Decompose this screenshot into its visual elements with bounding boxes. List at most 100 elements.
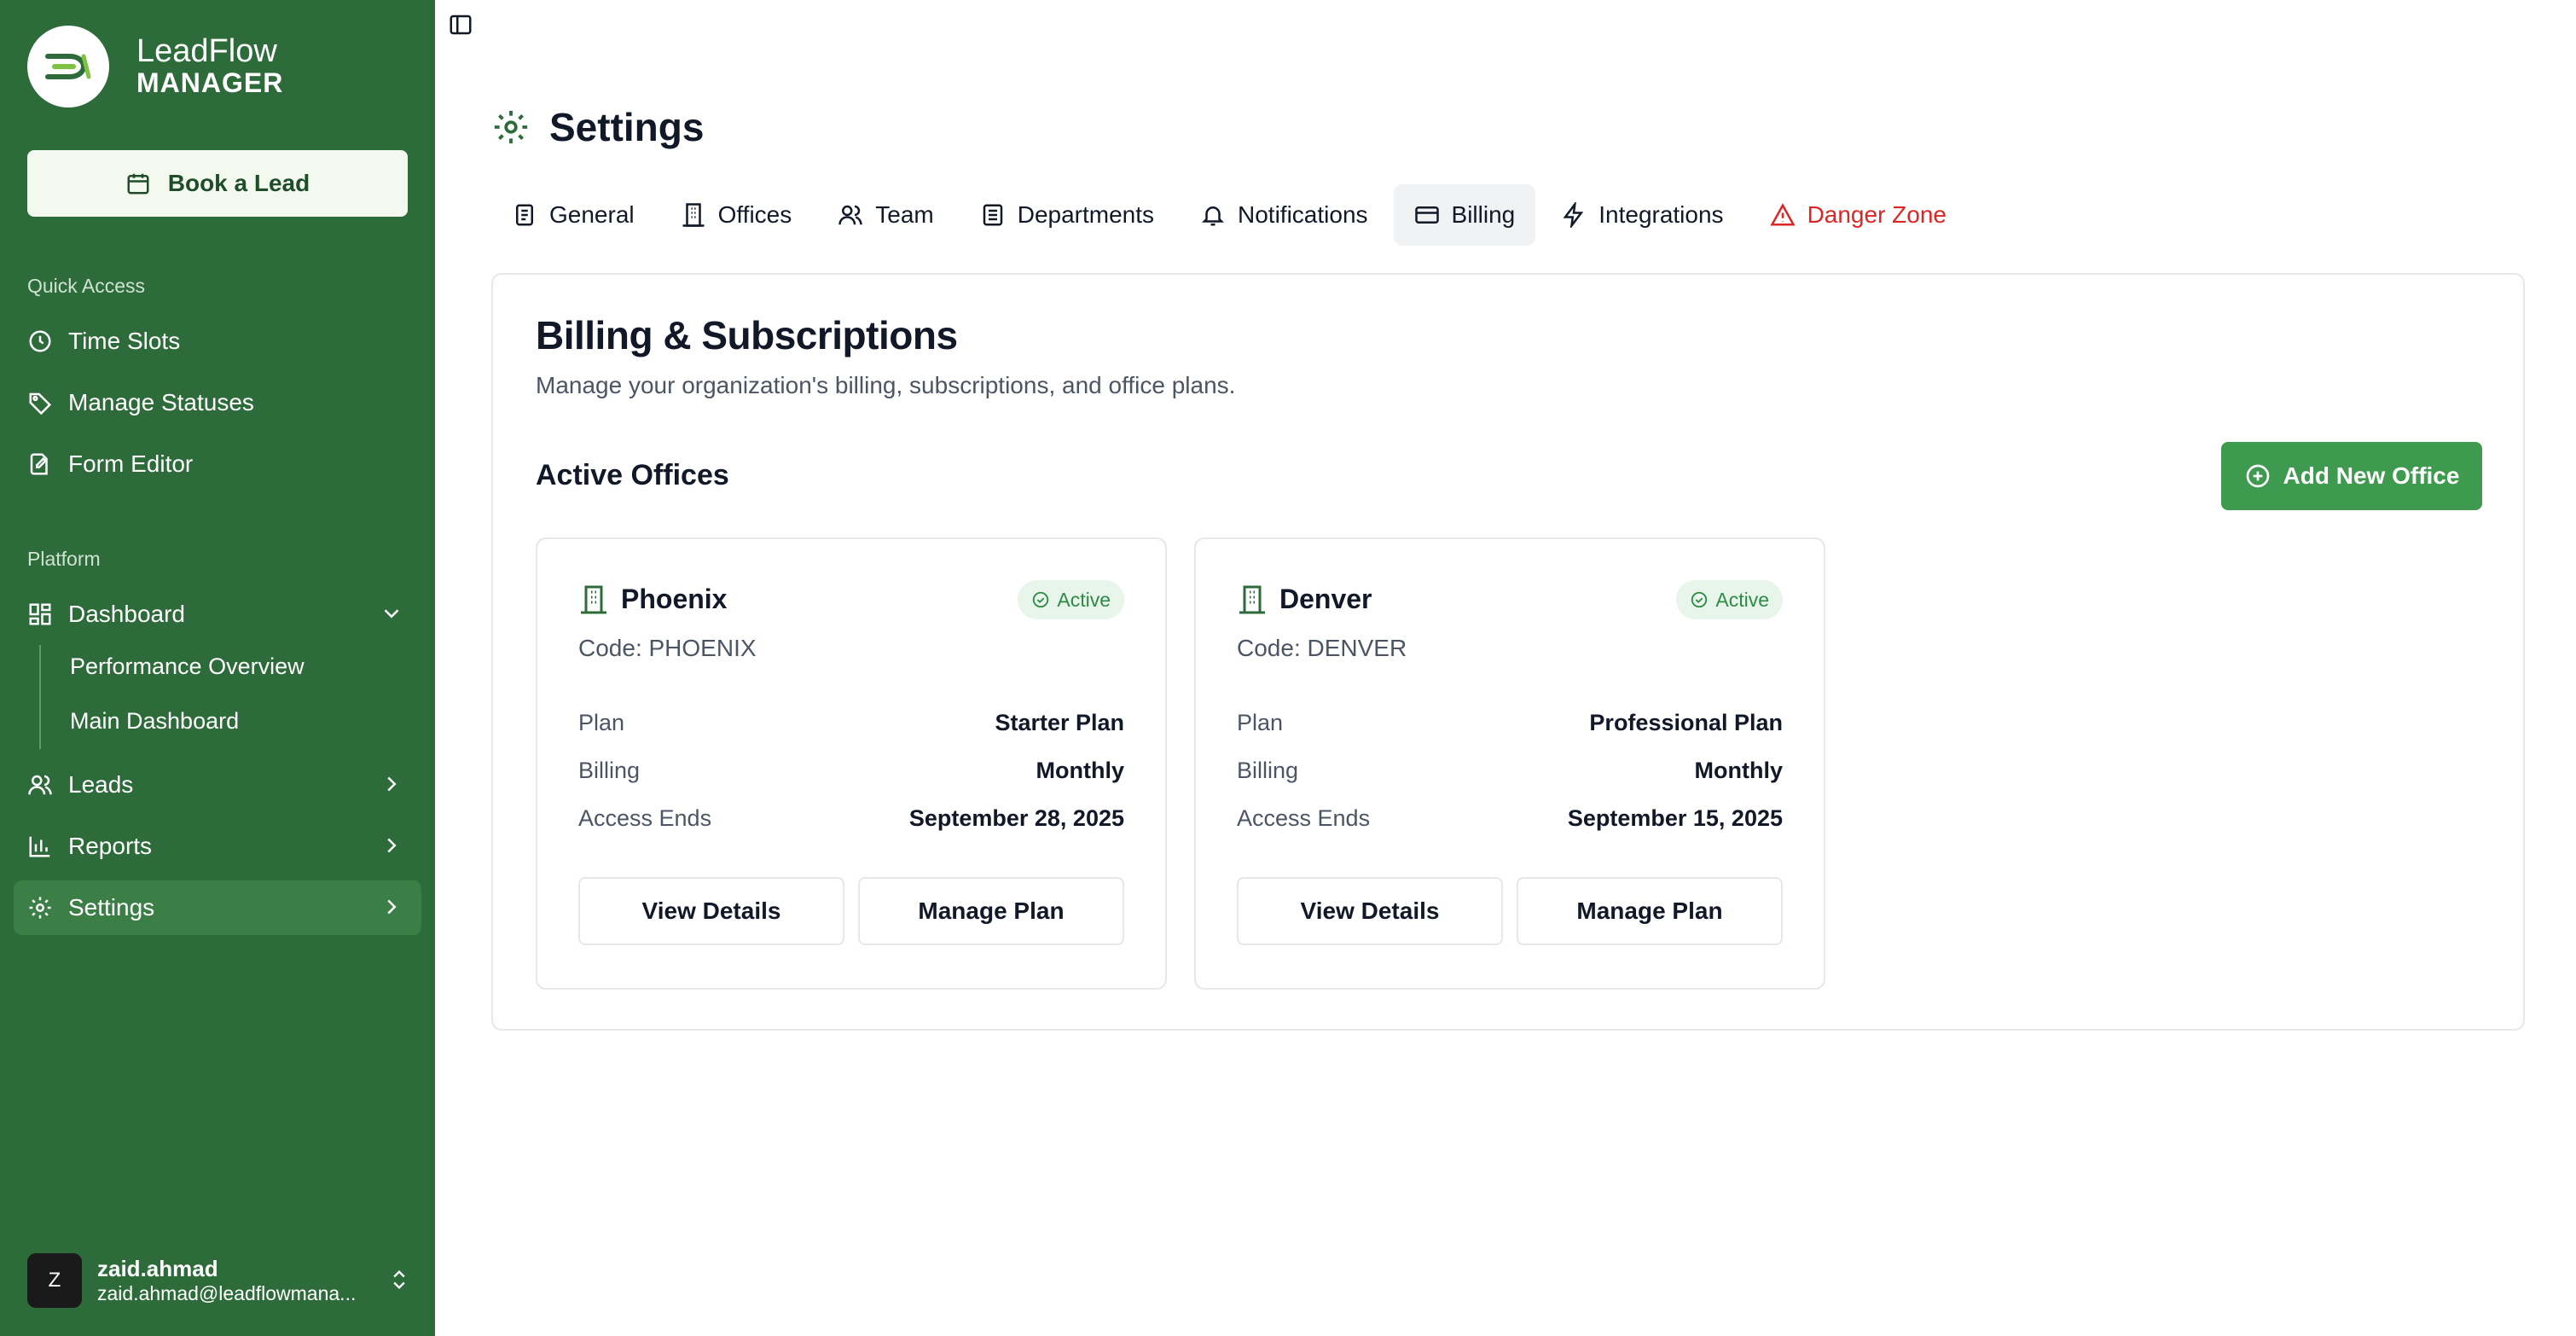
plan-row: Plan Starter Plan [578,710,1124,736]
check-circle-icon [1031,590,1050,609]
plan-label: Plan [578,710,625,735]
user-name: zaid.ahmad [97,1256,218,1281]
tab-label: Billing [1451,201,1516,228]
clock-icon [27,328,53,354]
building-icon [681,202,706,228]
access-ends-label: Access Ends [1237,805,1371,831]
tab-general[interactable]: General [491,184,655,246]
tab-label: General [549,201,635,228]
chevrons-up-down-icon[interactable] [387,1266,411,1293]
sidebar-item-time-slots[interactable]: Time Slots [14,314,421,369]
active-offices-heading: Active Offices [536,459,729,491]
platform-label: Platform [27,548,101,570]
tag-icon [27,390,53,415]
sidebar-item-label: Time Slots [68,328,181,354]
section-description: Manage your organization's billing, subs… [536,372,1236,398]
warning-icon [1769,202,1796,228]
sidebar-subitem-performance-overview[interactable]: Performance Overview [70,653,305,680]
office-name: Phoenix [621,584,728,614]
billing-label: Billing [578,758,641,783]
tab-departments[interactable]: Departments [960,184,1175,246]
office-code: Code: PHOENIX [578,635,757,661]
brand-subtitle: MANAGER [136,67,284,99]
office-card: Denver Active Code: DENVER Plan Professi… [1194,537,1825,990]
sidebar-item-leads[interactable]: Leads [14,758,421,812]
quick-access-label: Quick Access [27,275,146,297]
gear-icon [27,895,53,921]
sidebar-item-label: Form Editor [68,450,194,477]
page-title-text: Settings [549,105,705,149]
tab-offices[interactable]: Offices [660,184,813,246]
tab-label: Departments [1017,201,1155,228]
billing-value: Monthly [1694,758,1783,783]
gear-icon [491,107,531,147]
form-icon [27,451,53,477]
sidebar-subitem-main-dashboard[interactable]: Main Dashboard [70,708,239,735]
book-a-lead-label: Book a Lead [167,170,310,196]
manage-plan-button[interactable]: Manage Plan [858,877,1124,945]
add-new-office-label: Add New Office [2283,462,2460,489]
sidebar-item-label: Dashboard [68,601,185,627]
office-code: Code: DENVER [1237,635,1407,661]
bell-icon [1200,202,1226,228]
departments-icon [980,202,1006,228]
document-icon [512,202,537,228]
team-icon [838,202,863,228]
brand[interactable]: LeadFlow MANAGER [27,26,283,107]
plan-row: Plan Professional Plan [1237,710,1783,736]
status-text: Active [1715,588,1769,611]
tab-integrations[interactable]: Integrations [1540,184,1743,246]
sidebar-item-form-editor[interactable]: Form Editor [14,437,421,491]
sidebar-item-label: Manage Statuses [68,389,254,415]
sidebar-item-dashboard[interactable]: Dashboard [14,587,421,642]
bar-chart-icon [27,834,53,859]
settings-tabs: General Offices Team Departments Notific… [491,184,1972,246]
sidebar-item-manage-statuses[interactable]: Manage Statuses [14,375,421,430]
chevron-right-icon [379,894,404,920]
plan-label: Plan [1237,710,1284,735]
access-ends-value: September 15, 2025 [1567,805,1783,831]
avatar: Z [27,1253,82,1308]
status-badge: Active [1018,580,1124,619]
dashboard-icon [27,601,53,627]
users-icon [27,772,53,798]
tab-label: Notifications [1238,201,1368,228]
billing-row: Billing Monthly [1237,758,1783,784]
tab-billing[interactable]: Billing [1393,184,1536,246]
billing-value: Monthly [1036,758,1124,783]
brand-name: LeadFlow [136,33,277,70]
access-ends-label: Access Ends [578,805,712,831]
access-ends-row: Access Ends September 15, 2025 [1237,805,1783,832]
lightning-icon [1561,202,1587,228]
office-card: Phoenix Active Code: PHOENIX Plan Starte… [536,537,1167,990]
plus-circle-icon [2244,462,2271,490]
tab-notifications[interactable]: Notifications [1180,184,1389,246]
billing-label: Billing [1237,758,1299,783]
tab-label: Offices [717,201,792,228]
plan-value: Professional Plan [1589,710,1783,735]
access-ends-row: Access Ends September 28, 2025 [578,805,1124,832]
plan-value: Starter Plan [995,710,1124,735]
user-menu[interactable]: Z zaid.ahmad zaid.ahmad@leadflowmana... [27,1251,411,1310]
manage-plan-button[interactable]: Manage Plan [1517,877,1783,945]
tab-team[interactable]: Team [817,184,954,246]
chevron-down-icon[interactable] [379,601,404,626]
sidebar-item-settings[interactable]: Settings [14,880,421,935]
view-details-button[interactable]: View Details [1237,877,1503,945]
book-a-lead-button[interactable]: Book a Lead [27,150,408,217]
tab-danger-zone[interactable]: Danger Zone [1749,184,1967,246]
chevron-right-icon [379,833,404,858]
sidebar-item-label: Settings [68,894,155,921]
tab-label: Danger Zone [1807,201,1947,228]
calendar-icon [125,171,151,196]
check-circle-icon [1690,590,1709,609]
sidebar-item-label: Leads [68,771,134,798]
sidebar-item-reports[interactable]: Reports [14,819,421,874]
user-email: zaid.ahmad@leadflowmana... [97,1282,357,1304]
add-new-office-button[interactable]: Add New Office [2221,442,2482,510]
sidebar-toggle-icon[interactable] [448,12,473,38]
view-details-button[interactable]: View Details [578,877,844,945]
credit-card-icon [1414,202,1440,228]
office-name: Denver [1279,584,1372,614]
sidebar: LeadFlow MANAGER Book a Lead Quick Acces… [0,0,435,1336]
